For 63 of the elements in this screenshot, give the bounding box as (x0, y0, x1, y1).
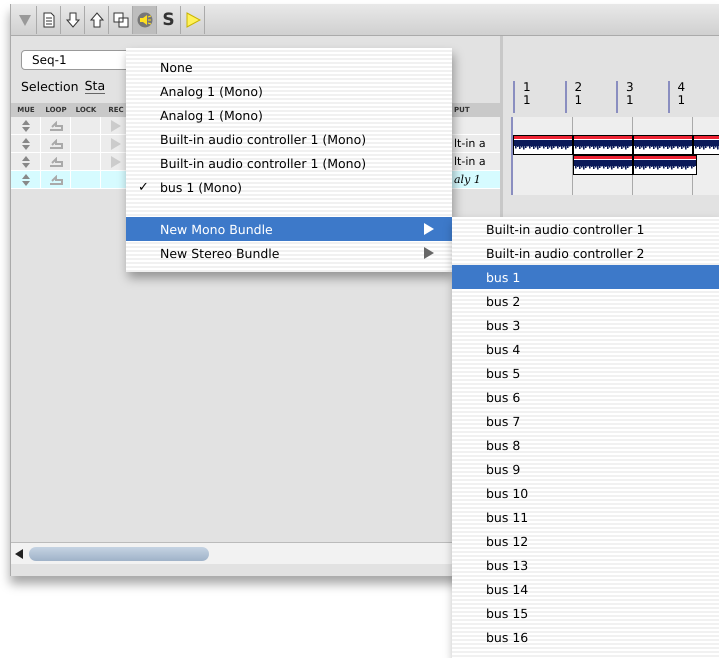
beat-number: 1 (523, 94, 532, 107)
audio-clip[interactable] (573, 135, 633, 155)
menu-item[interactable]: bus 5 (452, 361, 719, 385)
beat-number: 1 (574, 94, 584, 107)
menu-item[interactable]: ✓ bus 1 (Mono) (126, 175, 452, 199)
up-down-icon[interactable] (22, 138, 30, 150)
start-button[interactable]: Sta (84, 78, 106, 94)
down-arrow-icon (64, 12, 80, 28)
checkmark: ✓ (138, 180, 149, 194)
bar-number: 1 (523, 81, 532, 94)
up-down-icon[interactable] (22, 156, 30, 168)
menu-item[interactable]: Analog 1 (Mono) (126, 79, 452, 103)
output-cell[interactable]: aly 1 (454, 173, 500, 186)
menu-item[interactable]: Built-in audio controller 1 (452, 217, 719, 241)
up-arrow-icon (88, 12, 104, 28)
audio-clip[interactable] (573, 155, 633, 175)
bar-number: 4 (678, 81, 686, 94)
menu-item[interactable]: bus 3 (452, 313, 719, 337)
left-arrow-icon[interactable] (15, 548, 23, 558)
scroll-thumb[interactable] (29, 546, 209, 560)
menu-item[interactable]: Built-in audio controller 1 (Mono) (126, 127, 452, 151)
menu-item[interactable]: bus 14 (452, 577, 719, 601)
menu-item[interactable]: Analog 1 (Mono) (126, 103, 452, 127)
menu-item[interactable]: New Mono Bundle (126, 217, 452, 241)
menu-item[interactable]: bus 11 (452, 505, 719, 529)
solo-button[interactable]: S (157, 6, 181, 34)
menu-item[interactable]: bus 7 (452, 409, 719, 433)
menu-item[interactable]: bus 2 (452, 289, 719, 313)
menu-item[interactable]: bus 12 (452, 529, 719, 553)
output-cell[interactable]: lt-in a (454, 155, 500, 168)
bar-number: 2 (574, 81, 584, 94)
selection-label: Selection (21, 78, 79, 94)
loop-icon[interactable] (48, 156, 64, 166)
beat-number: 1 (626, 94, 635, 107)
menu-item[interactable]: Built-in audio controller 2 (452, 241, 719, 265)
menu-item[interactable]: bus 13 (452, 553, 719, 577)
speaker-icon (136, 12, 152, 28)
menu-item[interactable]: bus 9 (452, 457, 719, 481)
menu-item[interactable]: bus 10 (452, 481, 719, 505)
beat-number: 1 (678, 94, 686, 107)
menu-item[interactable]: bus 6 (452, 385, 719, 409)
audio-clip[interactable] (633, 155, 697, 175)
up-down-icon[interactable] (22, 120, 30, 132)
menu-item[interactable]: bus 1 (452, 265, 719, 289)
output-cell[interactable]: lt-in a (454, 137, 500, 150)
up-down-icon[interactable] (22, 174, 30, 186)
menu-item[interactable]: Built-in audio controller 1 (Mono) (126, 151, 452, 175)
loop-icon[interactable] (48, 174, 64, 184)
loop-icon[interactable] (48, 120, 64, 130)
audio-clip[interactable] (513, 135, 573, 155)
document-icon (40, 12, 56, 28)
menu-item[interactable]: New Stereo Bundle (126, 241, 452, 265)
menu-item[interactable]: bus 8 (452, 433, 719, 457)
menu-item[interactable]: bus 4 (452, 337, 719, 361)
play-icon (184, 12, 200, 28)
bar-number: 3 (626, 81, 635, 94)
submenu-arrow-icon (424, 247, 434, 259)
loop-icon[interactable] (48, 138, 64, 148)
submenu-arrow-icon (424, 223, 434, 235)
menu-item[interactable]: bus 15 (452, 601, 719, 625)
menu-item[interactable]: bus 16 (452, 625, 719, 649)
windows-icon (112, 12, 128, 28)
audio-clip[interactable] (693, 135, 719, 155)
